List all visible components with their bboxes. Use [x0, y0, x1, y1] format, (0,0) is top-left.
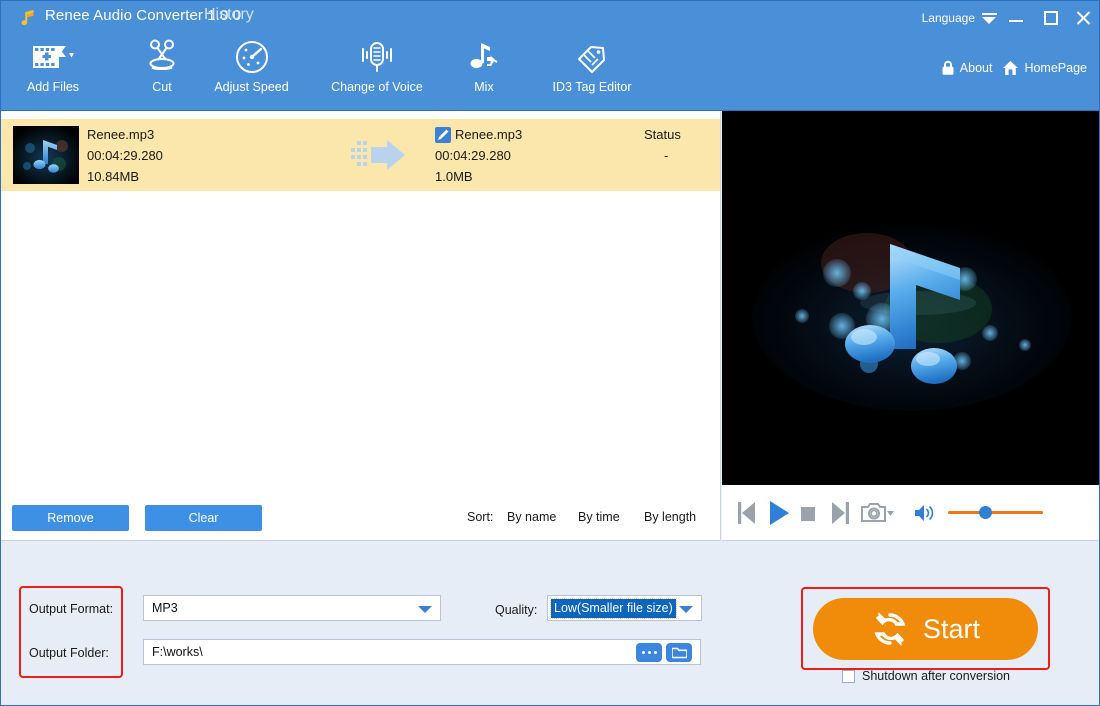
- table-row[interactable]: Renee.mp3 00:04:29.280 10.84MB Renee.mp3…: [1, 119, 720, 191]
- sort-by-length-button[interactable]: By length: [644, 510, 696, 524]
- status-header: Status: [644, 127, 681, 142]
- about-link[interactable]: About: [941, 60, 993, 76]
- app-window: Renee Audio Converter 1.0.0 History Lang…: [0, 0, 1100, 706]
- list-action-bar: Remove Clear Sort: By name By time By le…: [1, 496, 721, 541]
- camera-icon[interactable]: [861, 501, 895, 530]
- home-icon: [1003, 61, 1019, 75]
- music-note-logo-icon: [21, 9, 34, 26]
- toolbar-item-label: Mix: [474, 80, 494, 94]
- toolbar: Add Files Cut Adjust Speed Change of Voi…: [1, 34, 721, 111]
- toolbar-item-adjust-speed[interactable]: Adjust Speed: [200, 34, 303, 111]
- source-file-duration: 00:04:29.280: [87, 148, 163, 163]
- speedometer-icon: [200, 34, 303, 80]
- sort-label: Sort:: [467, 510, 494, 524]
- toolbar-item-label: Add Files: [26, 80, 80, 94]
- close-button[interactable]: [1073, 9, 1093, 27]
- maximize-button[interactable]: [1041, 9, 1061, 27]
- add-files-icon: [1, 34, 105, 80]
- output-file-name: Renee.mp3: [455, 127, 523, 142]
- play-icon[interactable]: [770, 501, 789, 530]
- output-file-duration: 00:04:29.280: [435, 148, 511, 163]
- preview-pane[interactable]: [722, 111, 1099, 485]
- title-bar: Renee Audio Converter 1.0.0 History Lang…: [1, 1, 1099, 34]
- homepage-label: HomePage: [1024, 61, 1087, 75]
- chevron-down-icon[interactable]: [982, 13, 997, 26]
- title-toolbar: Renee Audio Converter 1.0.0 History Lang…: [1, 1, 1099, 111]
- status-badge: -: [664, 148, 669, 163]
- volume-icon[interactable]: [915, 503, 937, 528]
- output-folder-value: F:\works\: [152, 645, 203, 659]
- start-button[interactable]: Start: [813, 598, 1038, 660]
- music-note-thumbnail: [13, 126, 79, 184]
- sort-by-name-button[interactable]: By name: [507, 510, 556, 524]
- output-labels-highlight: [19, 586, 123, 678]
- toolbar-item-add-files[interactable]: Add Files: [1, 34, 105, 111]
- output-folder-field[interactable]: F:\works\: [143, 639, 701, 665]
- toolbar-item-cut[interactable]: Cut: [114, 34, 210, 111]
- microphone-icon: [313, 34, 441, 80]
- volume-slider[interactable]: [948, 511, 1043, 514]
- volume-slider-knob[interactable]: [979, 506, 992, 519]
- output-format-value: MP3: [152, 601, 178, 615]
- source-file-size: 10.84MB: [87, 169, 140, 184]
- browse-button[interactable]: [636, 643, 662, 662]
- output-format-select[interactable]: MP3: [143, 595, 441, 621]
- toolbar-item-id3-tag-editor[interactable]: ID3 Tag Editor: [528, 34, 656, 111]
- chevron-down-icon[interactable]: [418, 606, 432, 613]
- history-link[interactable]: History: [204, 6, 254, 24]
- output-file-size: 1.0MB: [435, 169, 473, 184]
- output-folder-label: Output Folder:: [29, 646, 109, 660]
- file-list[interactable]: Renee.mp3 00:04:29.280 10.84MB Renee.mp3…: [1, 111, 721, 496]
- output-format-label: Output Format:: [29, 602, 114, 616]
- chevron-down-icon[interactable]: [679, 606, 693, 613]
- language-label[interactable]: Language: [922, 11, 975, 25]
- start-button-label: Start: [922, 613, 981, 644]
- toolbar-item-mix[interactable]: Mix: [444, 34, 524, 111]
- tag-pencil-icon: [528, 34, 656, 80]
- sort-by-time-button[interactable]: By time: [578, 510, 620, 524]
- convert-arrow-icon: [351, 139, 407, 171]
- stop-icon[interactable]: [801, 507, 815, 521]
- open-folder-button[interactable]: [666, 643, 692, 662]
- music-note-artwork: [722, 111, 1099, 485]
- folder-icon: [671, 647, 687, 658]
- homepage-link[interactable]: HomePage: [1002, 60, 1087, 76]
- toolbar-item-label: Cut: [152, 80, 172, 94]
- toolbar-item-label: Adjust Speed: [214, 80, 289, 94]
- source-file-name: Renee.mp3: [87, 127, 155, 142]
- scissors-icon: [114, 34, 210, 80]
- lock-icon: [942, 60, 954, 75]
- header-links: About HomePage: [941, 60, 1087, 76]
- quality-select[interactable]: Low(Smaller file size): [547, 595, 702, 621]
- edit-pencil-icon[interactable]: [435, 127, 451, 143]
- minimize-button[interactable]: [1007, 9, 1027, 27]
- clear-button[interactable]: Clear: [145, 505, 262, 531]
- skip-next-icon[interactable]: [832, 502, 849, 529]
- shutdown-label: Shutdown after conversion: [862, 669, 1011, 683]
- quality-value: Low(Smaller file size): [550, 598, 677, 619]
- toolbar-item-label: ID3 Tag Editor: [552, 80, 632, 94]
- refresh-circular-icon: [874, 612, 906, 646]
- toolbar-item-label: Change of Voice: [331, 80, 423, 94]
- shutdown-after-conversion-row[interactable]: Shutdown after conversion: [842, 669, 1010, 683]
- player-controls: [722, 485, 1099, 541]
- remove-button[interactable]: Remove: [12, 505, 129, 531]
- shutdown-checkbox[interactable]: [842, 669, 855, 683]
- about-label: About: [959, 61, 993, 75]
- skip-previous-icon[interactable]: [738, 502, 755, 529]
- quality-label: Quality:: [495, 603, 538, 617]
- toolbar-item-change-of-voice[interactable]: Change of Voice: [313, 34, 441, 111]
- mix-note-icon: [444, 34, 524, 80]
- ellipsis-icon: [641, 651, 657, 654]
